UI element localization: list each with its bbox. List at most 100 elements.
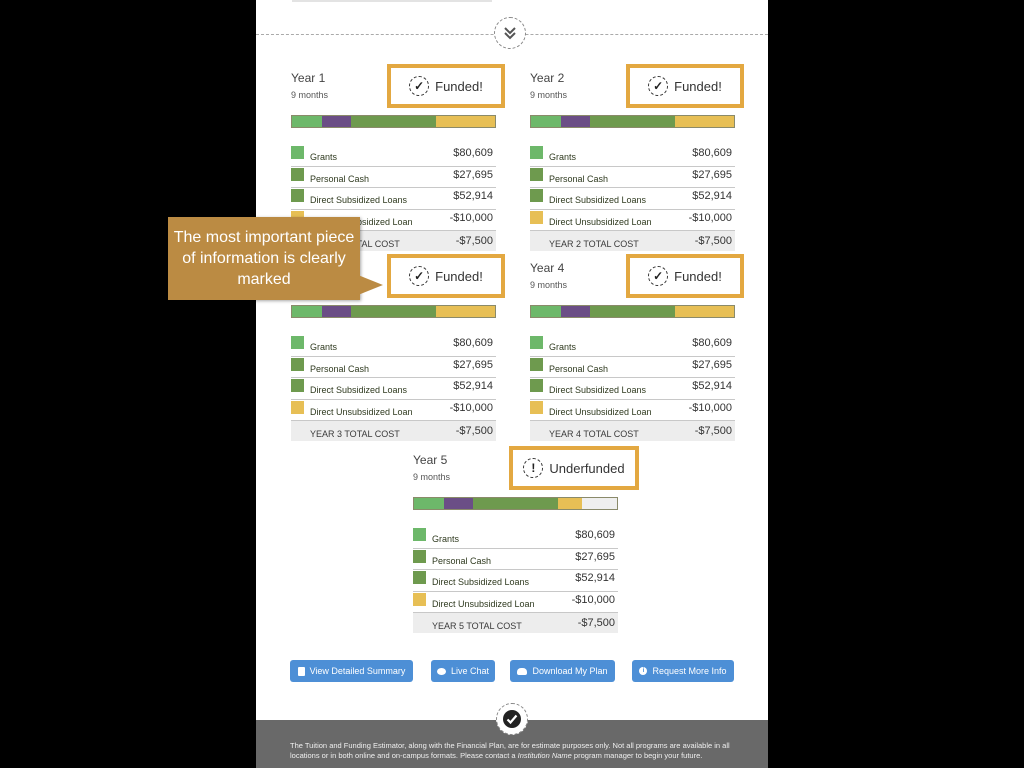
year-duration: 9 months — [291, 90, 329, 100]
funding-bar-segment — [322, 306, 351, 317]
funding-amount: -$10,000 — [449, 401, 493, 414]
funding-status-label: Funded! — [435, 268, 483, 284]
funding-bar-segment — [292, 306, 323, 317]
footer-check-badge — [496, 703, 528, 735]
year-card: Year 5 9 months! Underfunded Grants $80,609 P… — [413, 446, 639, 633]
funding-source-label: Personal Cash — [432, 555, 492, 566]
funding-bar-segment — [589, 116, 676, 127]
request-more-info-button[interactable]: i Request More Info — [632, 660, 734, 682]
funding-amount: $80,609 — [692, 147, 732, 159]
funding-status-label: Funded! — [674, 268, 722, 284]
total-cost-row: YEAR 5 TOTAL COST -$7,500 — [413, 613, 618, 633]
funding-amount: $27,695 — [692, 168, 732, 181]
funding-amount: $80,609 — [575, 529, 615, 541]
funding-amount: $27,695 — [575, 550, 615, 563]
legend-swatch — [291, 146, 304, 159]
funding-row: Grants $80,609 — [291, 145, 496, 167]
funding-source-label: Direct Unsubsidized Loan — [432, 598, 535, 609]
funding-source-label: Grants — [549, 342, 577, 352]
legend-swatch — [413, 549, 426, 563]
year-title: Year 1 — [291, 71, 326, 85]
annotation-callout: The most important piece of information … — [168, 217, 360, 300]
funding-breakdown: Grants $80,609 Personal Cash $27,695 Direct … — [291, 335, 496, 441]
funding-source-label: Direct Unsubsidized Loan — [549, 216, 652, 227]
funding-bar-segment — [472, 498, 559, 509]
year-card: Year 4 9 months ✓ Funded! Grants $80,609 Perso… — [530, 254, 744, 441]
total-cost-value: -$7,500 — [455, 235, 493, 247]
funding-row: Grants $80,609 — [291, 335, 496, 357]
legend-swatch — [291, 379, 304, 392]
check-circle-icon: ✓ — [409, 76, 430, 96]
funding-bar-segment — [561, 116, 590, 127]
funding-row: Grants $80,609 — [413, 527, 618, 549]
previous-section-stub — [292, 0, 492, 2]
view-detailed-summary-button[interactable]: View Detailed Summary — [290, 660, 413, 682]
live-chat-label: Live Chat — [450, 666, 490, 676]
funding-amount: $52,914 — [692, 380, 732, 392]
funding-amount: -$10,000 — [688, 211, 732, 224]
legend-swatch — [530, 167, 543, 181]
year-title: Year 2 — [530, 71, 565, 85]
funding-source-label: Grants — [432, 534, 460, 544]
funding-row: Personal Cash $27,695 — [413, 549, 618, 570]
funding-bar-segment — [582, 498, 617, 509]
scroll-down-button[interactable] — [494, 17, 526, 49]
funding-status-badge: ! Underfunded — [509, 446, 639, 490]
funding-bar-segment — [350, 306, 437, 317]
info-icon: i — [639, 667, 648, 675]
funding-source-label: Grants — [549, 152, 577, 162]
action-buttons: View Detailed Summary Live Chat Download… — [290, 660, 734, 682]
funding-breakdown: Grants $80,609 Personal Cash $27,695 Direct … — [530, 145, 735, 251]
funding-amount: $27,695 — [453, 168, 493, 181]
total-cost-value: -$7,500 — [455, 425, 493, 437]
total-cost-label: YEAR 3 TOTAL COST — [310, 429, 400, 439]
legend-swatch — [413, 571, 426, 584]
live-chat-button[interactable]: Live Chat — [431, 660, 495, 682]
funding-bar — [291, 115, 496, 128]
view-detailed-summary-label: View Detailed Summary — [309, 666, 406, 676]
legend-swatch — [530, 357, 543, 371]
total-cost-value: -$7,500 — [694, 235, 732, 247]
funding-amount: -$10,000 — [449, 211, 493, 224]
funding-bar-segment — [292, 116, 323, 127]
double-chevron-down-icon — [504, 27, 516, 40]
total-cost-label: YEAR 2 TOTAL COST — [549, 239, 639, 249]
document-icon — [297, 666, 305, 676]
total-cost-value: -$7,500 — [577, 617, 615, 629]
funding-source-label: Direct Subsidized Loans — [549, 385, 647, 395]
funding-source-label: Personal Cash — [310, 173, 370, 184]
funding-status-badge: ✓ Funded! — [387, 64, 505, 108]
year-title: Year 4 — [530, 261, 565, 275]
download-my-plan-label: Download My Plan — [532, 666, 608, 676]
legend-swatch — [530, 210, 543, 224]
funding-bar-segment — [561, 306, 590, 317]
estimator-page: Year 1 9 months ✓ Funded! Grants $80,609 Perso… — [256, 0, 768, 768]
funding-source-label: Grants — [310, 342, 338, 352]
funding-row: Personal Cash $27,695 — [291, 167, 496, 188]
funding-amount: $52,914 — [453, 190, 493, 202]
funding-row: Grants $80,609 — [530, 335, 735, 357]
funding-source-label: Direct Unsubsidized Loan — [310, 406, 413, 417]
funding-bar — [530, 115, 735, 128]
funding-bar-segment — [558, 498, 583, 509]
download-my-plan-button[interactable]: Download My Plan — [510, 660, 615, 682]
callout-pointer — [358, 275, 383, 295]
funding-status-label: Underfunded — [549, 460, 625, 476]
year-duration: 9 months — [413, 472, 451, 482]
legend-swatch — [291, 189, 304, 202]
legend-swatch — [413, 592, 426, 606]
funding-bar-segment — [350, 116, 437, 127]
funding-bar-segment — [414, 498, 445, 509]
funding-bar-segment — [436, 116, 495, 127]
institution-name: Institution Name — [517, 750, 572, 760]
total-cost-label: YEAR 5 TOTAL COST — [432, 621, 522, 631]
total-cost-row: YEAR 3 TOTAL COST -$7,500 — [291, 421, 496, 441]
funding-row: Grants $80,609 — [530, 145, 735, 167]
funding-source-label: Grants — [310, 152, 338, 162]
year-duration: 9 months — [530, 90, 568, 100]
check-circle-icon: ✓ — [409, 266, 430, 286]
funding-source-label: Personal Cash — [310, 363, 370, 374]
funding-source-label: Personal Cash — [549, 363, 609, 374]
funding-source-label: Direct Subsidized Loans — [310, 385, 408, 395]
funding-bar — [413, 497, 618, 510]
